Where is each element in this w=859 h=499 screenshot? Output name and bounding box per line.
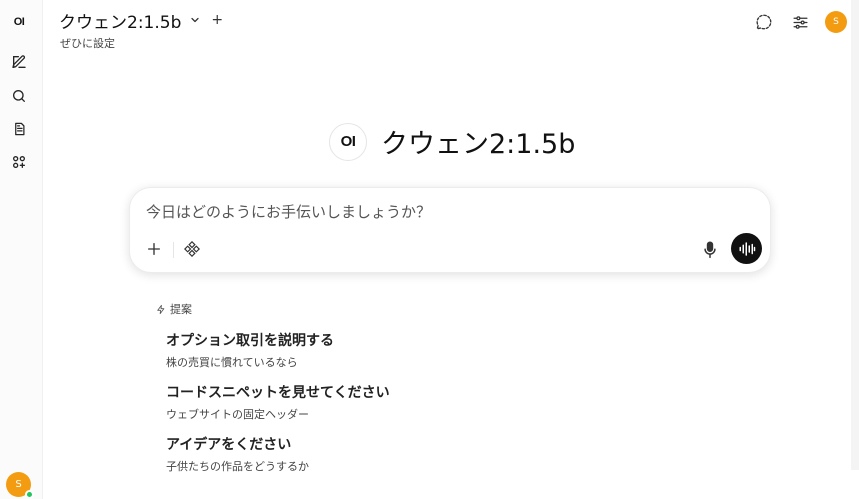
- model-name[interactable]: クウェン2:1.5b: [59, 8, 181, 33]
- header-user-initial: S: [833, 17, 839, 27]
- tools-button[interactable]: [182, 239, 202, 259]
- model-logo-text: OI: [340, 133, 356, 150]
- workspace-button[interactable]: [8, 151, 30, 173]
- notes-button[interactable]: [8, 118, 30, 140]
- voice-wave-icon: [739, 241, 755, 256]
- workspace-icon: [13, 156, 25, 168]
- suggestion-item[interactable]: アイデアをください 子供たちの作品をどうするか: [166, 434, 309, 474]
- suggestion-subtitle: 子供たちの作品をどうするか: [166, 460, 309, 473]
- notes-icon: [14, 122, 24, 136]
- settings-sliders-icon: [792, 15, 808, 29]
- hero: OI クウェン2:1.5b: [329, 122, 575, 161]
- sidebar-logo[interactable]: OI: [8, 11, 30, 33]
- suggestion-item[interactable]: コードスニペットを見せてください ウェブサイトの固定ヘッダー: [166, 382, 390, 422]
- chevron-down-icon[interactable]: [189, 14, 201, 26]
- controls-button[interactable]: [789, 11, 811, 33]
- scrollbar[interactable]: [851, 0, 859, 470]
- message-input[interactable]: [146, 200, 746, 224]
- new-chat-button[interactable]: [8, 51, 30, 73]
- toolbar-divider: [173, 242, 174, 258]
- microphone-icon: [704, 241, 716, 259]
- dictate-button[interactable]: [700, 239, 720, 261]
- model-logo: OI: [329, 122, 367, 161]
- plus-icon: [148, 243, 160, 255]
- logo-text: OI: [13, 16, 25, 28]
- search-button[interactable]: [8, 85, 30, 107]
- chat-bubble-icon: [756, 14, 772, 30]
- tools-icon: [184, 241, 200, 257]
- user-initial: S: [15, 479, 22, 490]
- suggestions-heading: 提案: [156, 301, 192, 317]
- sidebar-rail: OI S: [0, 0, 43, 499]
- lightning-icon: [157, 304, 165, 314]
- suggestion-title: コードスニペットを見せてください: [166, 385, 390, 401]
- message-composer: [129, 187, 771, 273]
- suggestion-title: オプション取引を説明する: [166, 333, 334, 349]
- search-icon: [13, 90, 25, 102]
- hero-model-title: クウェン2:1.5b: [381, 129, 576, 160]
- suggestion-item[interactable]: オプション取引を説明する 株の売買に慣れているなら: [166, 330, 334, 370]
- set-default-link[interactable]: ぜひに設定: [60, 35, 115, 51]
- suggestion-title: アイデアをください: [166, 437, 292, 453]
- new-chat-icon: [12, 55, 26, 68]
- voice-mode-button[interactable]: [731, 233, 762, 264]
- temporary-chat-button[interactable]: [753, 11, 775, 33]
- add-model-button[interactable]: +: [211, 12, 223, 28]
- header-actions: S: [753, 11, 847, 33]
- header-user-avatar[interactable]: S: [825, 11, 847, 33]
- online-status-dot: [25, 490, 34, 499]
- model-selector[interactable]: クウェン2:1.5b +: [59, 8, 223, 33]
- attach-button[interactable]: [144, 239, 164, 259]
- suggestions-heading-label: 提案: [170, 303, 192, 316]
- suggestion-subtitle: 株の売買に慣れているなら: [166, 356, 298, 369]
- suggestion-subtitle: ウェブサイトの固定ヘッダー: [166, 408, 309, 421]
